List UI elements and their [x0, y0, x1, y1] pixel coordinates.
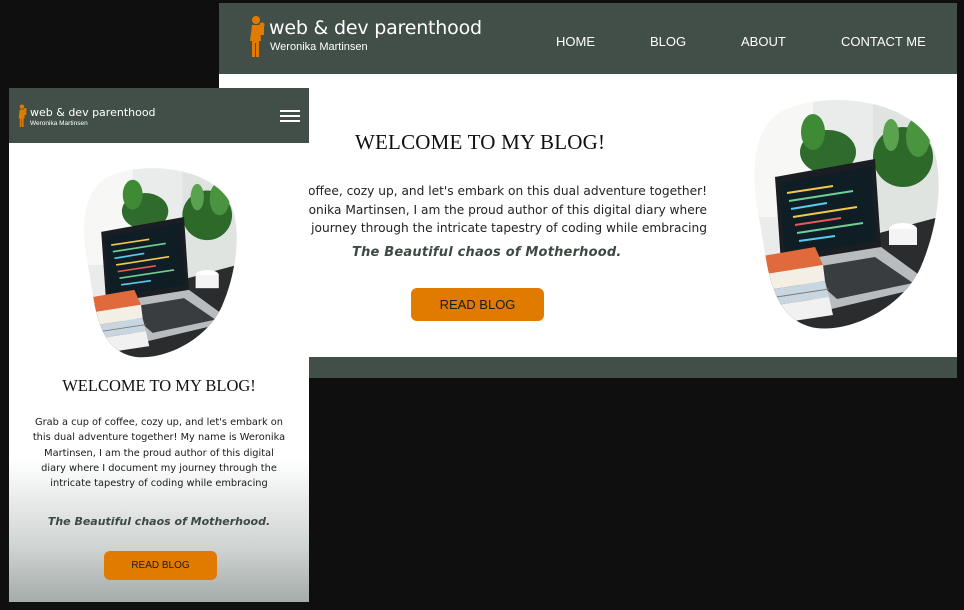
tagline: The Beautiful chaos of Motherhood. [47, 515, 271, 528]
hero-image [84, 168, 237, 358]
nav-home[interactable]: HOME [556, 34, 595, 49]
read-blog-button[interactable]: READ BLOG [411, 288, 544, 321]
page-title: WELCOME TO MY BLOG! [62, 376, 256, 395]
site-subtitle: Weronika Martinsen [30, 120, 88, 127]
nav-about[interactable]: ABOUT [741, 34, 786, 49]
read-blog-button[interactable]: READ BLOG [104, 551, 217, 580]
intro-paragraph: Grab a cup of coffee, cozy up, and let's… [32, 417, 286, 490]
desktop-preview: web & dev parenthood Weronika Martinsen … [219, 3, 957, 378]
tagline: The Beautiful chaos of Motherhood. [352, 245, 622, 260]
parent-with-child-icon[interactable] [17, 103, 28, 129]
mobile-preview: web & dev parenthood Weronika Martinsen … [9, 88, 309, 602]
hero-image [754, 100, 939, 329]
site-title[interactable]: web & dev parenthood [30, 106, 156, 119]
nav-blog[interactable]: BLOG [650, 34, 686, 49]
hamburger-menu-icon[interactable] [280, 110, 300, 124]
nav-contact-me[interactable]: CONTACT ME [841, 34, 926, 49]
mobile-header: web & dev parenthood Weronika Martinsen [9, 88, 309, 143]
page-title: WELCOME TO MY BLOG! [355, 130, 606, 154]
main-nav: HOME BLOG ABOUT CONTACT ME [219, 34, 957, 50]
site-footer [219, 357, 957, 378]
site-header: web & dev parenthood Weronika Martinsen … [219, 3, 957, 74]
